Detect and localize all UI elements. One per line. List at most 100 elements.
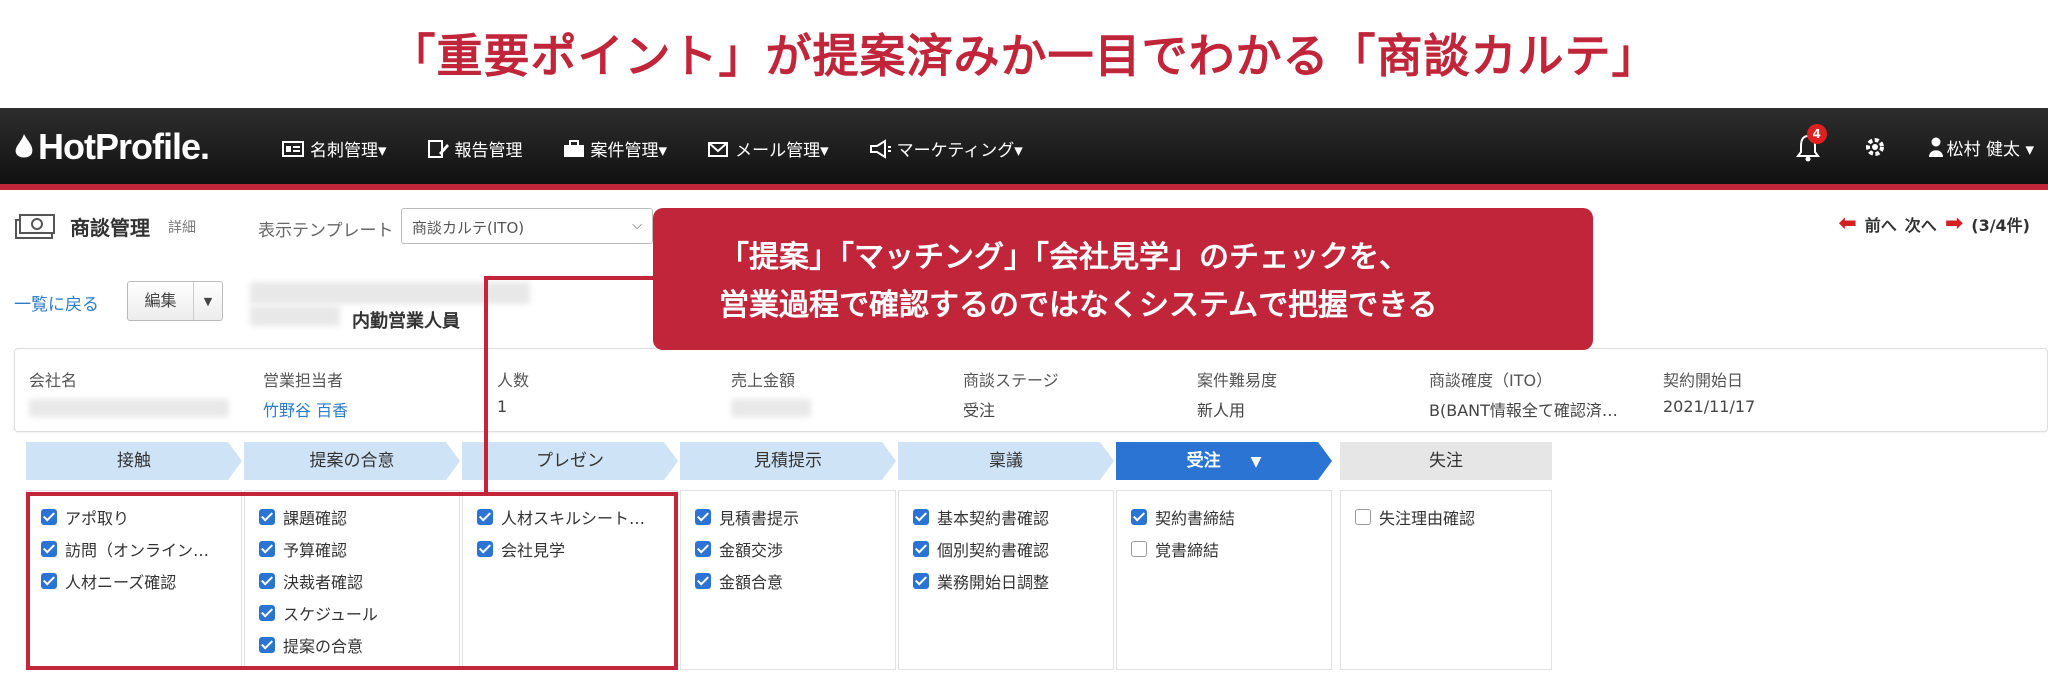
deal-info-panel: 会社名 営業担当者 竹野谷 百香 人数 1 売上金額 商談ステージ 受注 案件難…	[14, 348, 2048, 432]
checklist-item[interactable]: 見積書提示	[695, 505, 799, 529]
checkbox[interactable]	[695, 541, 711, 557]
menu-marketing[interactable]: マーケティング▾	[869, 136, 1023, 161]
info-deal-stage: 商談ステージ 受注	[963, 367, 1059, 421]
checklist-item[interactable]: 個別契約書確認	[913, 537, 1049, 561]
annotation-callout: 「提案」「マッチング」「会社見学」のチェックを、 営業過程で確認するのではなくシ…	[653, 208, 1593, 350]
menu-reports[interactable]: 報告管理	[427, 136, 523, 161]
sales-rep-link[interactable]: 竹野谷 百香	[263, 397, 348, 421]
checkbox[interactable]	[913, 541, 929, 557]
stage-quote[interactable]: 見積提示	[680, 442, 896, 480]
checkbox[interactable]	[913, 509, 929, 525]
megaphone-icon	[869, 138, 891, 159]
stage-label: プレゼン	[536, 451, 604, 471]
info-key: 人数	[497, 371, 530, 390]
logo-text: HotProfile.	[38, 126, 210, 167]
redacted-company	[29, 399, 229, 417]
prev-button[interactable]: 前へ	[1865, 212, 1897, 236]
checklist-label: 契約書締結	[1155, 509, 1236, 528]
annotation-connector	[484, 276, 656, 280]
page-subtitle: 詳細	[168, 220, 196, 236]
info-value: 2021/11/17	[1663, 397, 1756, 416]
notifications-button[interactable]: 4	[1795, 124, 1827, 162]
stage-lost[interactable]: 失注	[1340, 442, 1552, 480]
info-probability: 商談確度（ITO） B(BANT情報全て確認済…	[1429, 367, 1618, 421]
stage-label: 提案の合意	[309, 451, 395, 471]
checklist-approval: 基本契約書確認 個別契約書確認 業務開始日調整	[898, 490, 1114, 670]
stage-presentation[interactable]: プレゼン	[462, 442, 678, 480]
checklist-label: 失注理由確認	[1379, 509, 1476, 528]
mail-icon	[708, 141, 729, 157]
info-key: 売上金額	[731, 371, 796, 390]
caret-down-icon[interactable]: ▼	[194, 295, 222, 308]
stage-label: 接触	[117, 451, 151, 471]
info-value: 受注	[963, 401, 996, 420]
arrow-right-icon[interactable]: ➡	[1945, 213, 1963, 235]
stage-label: 稟議	[989, 451, 1023, 471]
redacted-name	[250, 282, 530, 304]
checklist-label: 金額合意	[719, 573, 784, 592]
checklist-item[interactable]: 契約書締結	[1131, 505, 1235, 529]
stage-approval[interactable]: 稟議	[898, 442, 1114, 480]
info-value: B(BANT情報全て確認済…	[1429, 401, 1618, 420]
callout-line-2: 営業過程で確認するのではなくシステムで把握できる	[719, 288, 1438, 323]
stage-contact[interactable]: 接触	[26, 442, 242, 480]
info-key: 商談ステージ	[963, 371, 1059, 390]
user-menu[interactable]: 松村 健太 ▾	[1928, 135, 2034, 160]
report-edit-icon	[427, 139, 449, 158]
checkbox[interactable]	[695, 509, 711, 525]
briefcase-icon	[563, 139, 584, 157]
user-name: 松村 健太 ▾	[1946, 139, 2034, 160]
menu-mail[interactable]: メール管理▾	[707, 136, 829, 161]
stage-won[interactable]: 受注 ▼	[1116, 442, 1332, 480]
checklist-label: 覚書締結	[1155, 541, 1220, 560]
stage-label: 受注	[1186, 451, 1221, 471]
checklist-item[interactable]: 覚書締結	[1131, 537, 1219, 561]
checkbox[interactable]	[1131, 509, 1147, 525]
checklist-item[interactable]: 基本契約書確認	[913, 505, 1049, 529]
menu-label: 報告管理	[454, 141, 523, 161]
checkbox[interactable]	[1355, 509, 1371, 525]
menu-projects[interactable]: 案件管理▾	[563, 136, 668, 161]
stage-label: 見積提示	[754, 451, 822, 471]
info-key: 案件難易度	[1197, 371, 1278, 390]
info-key: 契約開始日	[1663, 371, 1744, 390]
checkbox[interactable]	[695, 573, 711, 589]
user-icon	[1928, 137, 1943, 157]
menu-label: マーケティング▾	[896, 141, 1023, 161]
checkbox[interactable]	[913, 573, 929, 589]
top-navbar: HotProfile. 名刺管理▾ 報告管理 案件管理▾ メール管理▾ マーケテ…	[0, 108, 2048, 190]
stage-proposal-agreement[interactable]: 提案の合意	[244, 442, 460, 480]
back-to-list-link[interactable]: 一覧に戻る	[14, 290, 99, 315]
chevron-down-icon: ⌵	[632, 218, 642, 233]
next-button[interactable]: 次へ	[1905, 212, 1937, 236]
checklist-lost: 失注理由確認	[1340, 490, 1552, 670]
info-company: 会社名	[29, 367, 229, 417]
template-select[interactable]: 商談カルテ(ITO) ⌵	[401, 208, 653, 244]
info-difficulty: 案件難易度 新人用	[1197, 367, 1277, 421]
page-title: 商談管理	[70, 216, 150, 240]
checklist-label: 金額交渉	[719, 541, 784, 560]
menu-business-cards[interactable]: 名刺管理▾	[282, 136, 387, 161]
info-key: 営業担当者	[263, 371, 344, 390]
info-sales-rep: 営業担当者 竹野谷 百香	[263, 367, 348, 421]
callout-line-1: 「提案」「マッチング」「会社見学」のチェックを、	[719, 240, 1409, 275]
edit-button[interactable]: 編集 ▼	[127, 281, 223, 321]
checklist-item[interactable]: 金額合意	[695, 569, 783, 593]
template-value: 商談カルテ(ITO)	[412, 219, 525, 237]
menu-label: 案件管理▾	[590, 141, 668, 161]
template-label: 表示テンプレート	[258, 221, 394, 241]
logo[interactable]: HotProfile.	[14, 126, 210, 168]
checklist-won: 契約書締結 覚書締結	[1116, 490, 1332, 670]
checkbox[interactable]	[1131, 541, 1147, 557]
pager: ⬅ 前へ 次へ ➡ (3/4件)	[1838, 212, 2030, 236]
checklist-label: 業務開始日調整	[937, 573, 1050, 592]
arrow-left-icon[interactable]: ⬅	[1838, 213, 1856, 235]
gear-icon[interactable]	[1863, 135, 1887, 159]
checklist-item[interactable]: 失注理由確認	[1355, 505, 1475, 529]
notification-badge: 4	[1806, 124, 1827, 144]
info-key: 会社名	[29, 371, 78, 390]
checklist-item[interactable]: 業務開始日調整	[913, 569, 1049, 593]
checklist-label: 個別契約書確認	[937, 541, 1050, 560]
nav-right: 4 松村 健太 ▾	[1795, 124, 2034, 162]
checklist-item[interactable]: 金額交渉	[695, 537, 783, 561]
